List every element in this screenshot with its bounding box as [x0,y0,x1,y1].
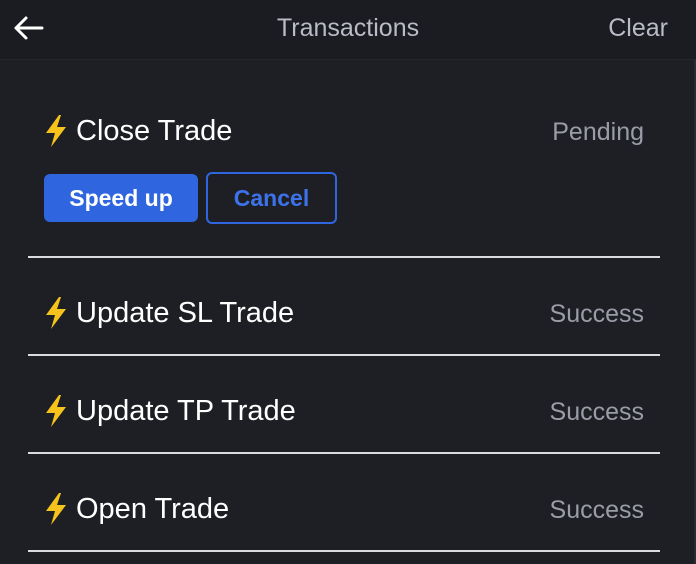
transaction-title: Update SL Trade [42,296,294,330]
transaction-status: Success [549,398,644,426]
transaction-list: Close Trade Pending Speed up Cancel Upda… [28,60,660,552]
transaction-status: Success [549,300,644,328]
transaction-name: Update SL Trade [76,296,295,329]
transaction-name: Open Trade [76,492,230,525]
lightning-bolt-icon [46,493,66,525]
speed-up-button[interactable]: Speed up [44,174,198,222]
transaction-status: Success [549,496,644,524]
header: Transactions Clear [0,0,696,60]
page-title: Transactions [276,14,420,42]
transaction-name: Close Trade [76,114,233,147]
transaction-title: Close Trade [42,114,232,148]
transaction-item: Open Trade Success [28,454,660,552]
lightning-bolt-icon [46,297,66,329]
transaction-title: Open Trade [42,492,229,526]
lightning-bolt-icon [46,395,66,427]
transaction-actions: Speed up Cancel [44,172,337,224]
transaction-item: Update TP Trade Success [28,356,660,454]
transaction-title: Update TP Trade [42,394,296,428]
clear-button[interactable]: Clear [608,14,668,43]
transaction-name: Update TP Trade [76,394,296,427]
lightning-bolt-icon [46,115,66,147]
transaction-item: Close Trade Pending Speed up Cancel [28,60,660,258]
transaction-item: Update SL Trade Success [28,258,660,356]
cancel-button[interactable]: Cancel [206,172,337,224]
transaction-status: Pending [552,118,644,146]
